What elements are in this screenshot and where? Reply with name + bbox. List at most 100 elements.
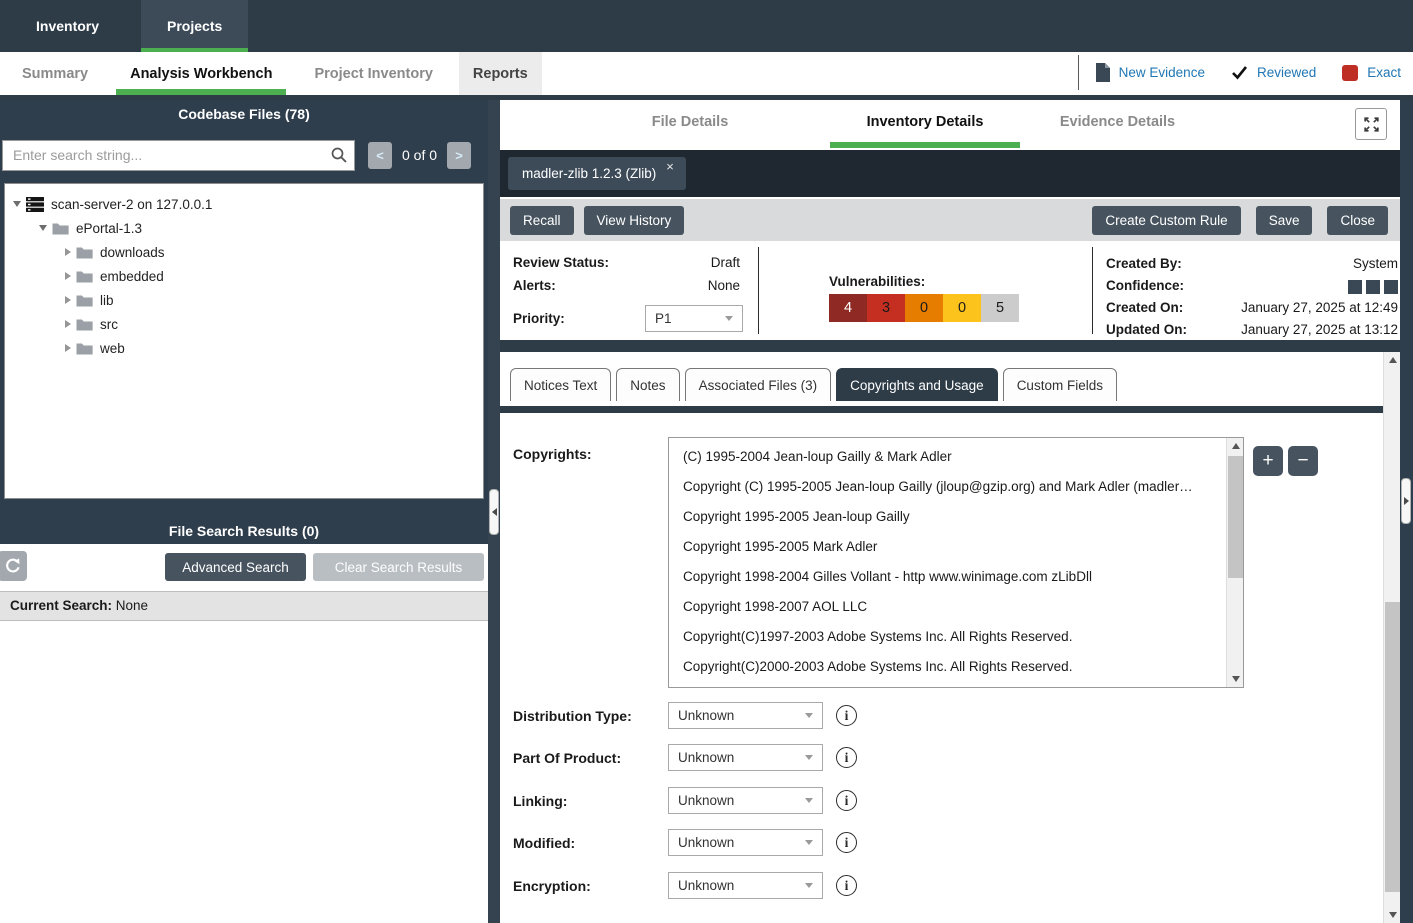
tab-notices-text[interactable]: Notices Text — [510, 368, 611, 401]
scroll-down-icon[interactable] — [1384, 907, 1401, 923]
alerts-label: Alerts: — [513, 278, 556, 293]
copyright-entry[interactable]: Copyright(C)2000-2003 Adobe Systems Inc.… — [669, 652, 1226, 682]
priority-select[interactable]: P1 — [645, 305, 743, 332]
folder-icon — [76, 270, 93, 283]
copyright-entry[interactable]: Copyright(C)1997-2003 Adobe Systems Inc.… — [669, 622, 1226, 652]
tree-item-eportal[interactable]: ePortal-1.3 — [5, 216, 483, 240]
expand-panel-button[interactable] — [1355, 108, 1387, 140]
tab-file-details[interactable]: File Details — [620, 100, 760, 144]
close-tab-icon[interactable]: × — [666, 159, 674, 174]
search-prev-button[interactable]: < — [368, 142, 392, 169]
codebase-search-row: < 0 of 0 > — [0, 139, 488, 171]
vuln-count-high: 3 — [867, 294, 905, 322]
tab-associated-files[interactable]: Associated Files (3) — [685, 368, 832, 401]
create-custom-rule-button[interactable]: Create Custom Rule — [1092, 206, 1240, 235]
vuln-count-low: 0 — [943, 294, 981, 322]
advanced-search-button[interactable]: Advanced Search — [165, 553, 306, 581]
copyright-entry[interactable]: (C) 1995-2004 Jean-loup Gailly & Mark Ad… — [669, 442, 1226, 472]
info-icon[interactable]: i — [836, 875, 857, 896]
tab-notes[interactable]: Notes — [616, 368, 679, 401]
info-icon[interactable]: i — [836, 790, 857, 811]
clear-search-results-button[interactable]: Clear Search Results — [313, 553, 484, 581]
info-icon[interactable]: i — [836, 705, 857, 726]
tab-summary[interactable]: Summary — [8, 52, 102, 95]
codebase-files-panel: Codebase Files (78) < 0 of 0 > scan-serv… — [0, 100, 488, 923]
tab-file-details-label: File Details — [652, 114, 729, 130]
caret-right-icon[interactable] — [65, 272, 71, 280]
codebase-search-input[interactable] — [2, 140, 355, 171]
scroll-down-icon[interactable] — [1227, 671, 1244, 687]
tab-evidence-details[interactable]: Evidence Details — [1045, 100, 1190, 144]
tree-item-scan-server[interactable]: scan-server-2 on 127.0.0.1 — [5, 192, 483, 216]
legend-new-evidence-label: New Evidence — [1119, 65, 1205, 80]
tab-inventory[interactable]: Inventory — [10, 0, 125, 52]
collapse-left-handle[interactable] — [489, 489, 499, 535]
recall-button[interactable]: Recall — [510, 206, 574, 235]
info-icon[interactable]: i — [836, 747, 857, 768]
distribution-type-select[interactable]: Unknown — [668, 702, 823, 729]
scroll-up-icon[interactable] — [1384, 352, 1401, 368]
view-history-button[interactable]: View History — [584, 206, 685, 235]
copyright-entry[interactable]: Copyright 1998-2007 AOL LLC — [669, 592, 1226, 622]
encryption-select[interactable]: Unknown — [668, 872, 823, 899]
copyright-entry[interactable]: Copyright (C) 1995-2005 Jean-loup Gailly… — [669, 472, 1226, 502]
copyright-entry[interactable]: Copyright 1995-2005 Mark Adler — [669, 532, 1226, 562]
tab-evidence-details-label: Evidence Details — [1060, 114, 1175, 130]
tree-item-downloads[interactable]: downloads — [5, 240, 483, 264]
chevron-down-icon — [805, 840, 813, 845]
copyright-entry[interactable]: Copyright 1995-2005 Jean-loup Gailly — [669, 502, 1226, 532]
caret-right-icon[interactable] — [65, 344, 71, 352]
tab-copyrights-and-usage[interactable]: Copyrights and Usage — [836, 368, 998, 401]
vulnerability-severity-bar[interactable]: 4 3 0 0 5 — [829, 294, 1019, 322]
part-of-product-select[interactable]: Unknown — [668, 744, 823, 771]
refresh-button[interactable] — [0, 551, 27, 581]
chevron-right-icon — [1404, 497, 1409, 505]
scrollbar-thumb[interactable] — [1228, 456, 1243, 578]
linking-select[interactable]: Unknown — [668, 787, 823, 814]
copyrights-scrollbar[interactable] — [1226, 438, 1243, 687]
caret-down-icon[interactable] — [13, 201, 21, 207]
caret-right-icon[interactable] — [65, 296, 71, 304]
current-search-label: Current Search: — [10, 598, 112, 613]
tree-item-lib[interactable]: lib — [5, 288, 483, 312]
tab-custom-fields[interactable]: Custom Fields — [1003, 368, 1117, 401]
folder-icon — [76, 342, 93, 355]
field-row-distribution-type: Distribution Type: Unknown i — [513, 702, 857, 729]
tab-inventory-label: Inventory — [36, 18, 99, 34]
search-next-button[interactable]: > — [447, 142, 471, 169]
copyright-entry[interactable]: Copyright 1998-2004 Gilles Vollant - htt… — [669, 562, 1226, 592]
details-scrollbar[interactable] — [1383, 352, 1400, 923]
tree-item-label: src — [100, 317, 118, 332]
tab-inventory-details[interactable]: Inventory Details — [830, 100, 1020, 144]
current-search-value: None — [112, 598, 148, 613]
review-status-value: Draft — [650, 255, 740, 270]
tree-item-label: ePortal-1.3 — [76, 221, 142, 236]
tree-item-embedded[interactable]: embedded — [5, 264, 483, 288]
search-icon[interactable] — [330, 146, 348, 169]
panel-divider[interactable] — [488, 100, 500, 923]
collapse-right-handle[interactable] — [1401, 478, 1411, 524]
modified-select[interactable]: Unknown — [668, 829, 823, 856]
tab-reports[interactable]: Reports — [459, 52, 542, 95]
remove-copyright-button[interactable]: − — [1288, 446, 1318, 476]
confidence-block — [1348, 280, 1362, 294]
tab-project-inventory[interactable]: Project Inventory — [300, 52, 446, 95]
caret-down-icon[interactable] — [39, 225, 47, 231]
tab-projects[interactable]: Projects — [141, 0, 248, 52]
caret-right-icon[interactable] — [65, 320, 71, 328]
info-icon[interactable]: i — [836, 832, 857, 853]
close-button[interactable]: Close — [1327, 206, 1388, 235]
tree-item-src[interactable]: src — [5, 312, 483, 336]
scrollbar-thumb[interactable] — [1385, 602, 1400, 892]
tree-item-web[interactable]: web — [5, 336, 483, 360]
inventory-item-tab[interactable]: madler-zlib 1.2.3 (Zlib) × — [508, 157, 686, 190]
tab-analysis-workbench[interactable]: Analysis Workbench — [116, 52, 286, 95]
distribution-type-label: Distribution Type: — [513, 708, 668, 724]
server-icon — [26, 197, 44, 212]
caret-right-icon[interactable] — [65, 248, 71, 256]
add-copyright-button[interactable]: + — [1253, 446, 1283, 476]
tab-notes-label: Notes — [630, 378, 665, 393]
scroll-up-icon[interactable] — [1227, 438, 1244, 454]
inventory-status-summary: Review Status: Draft Alerts: None Priori… — [500, 241, 1400, 340]
save-button[interactable]: Save — [1256, 206, 1313, 235]
